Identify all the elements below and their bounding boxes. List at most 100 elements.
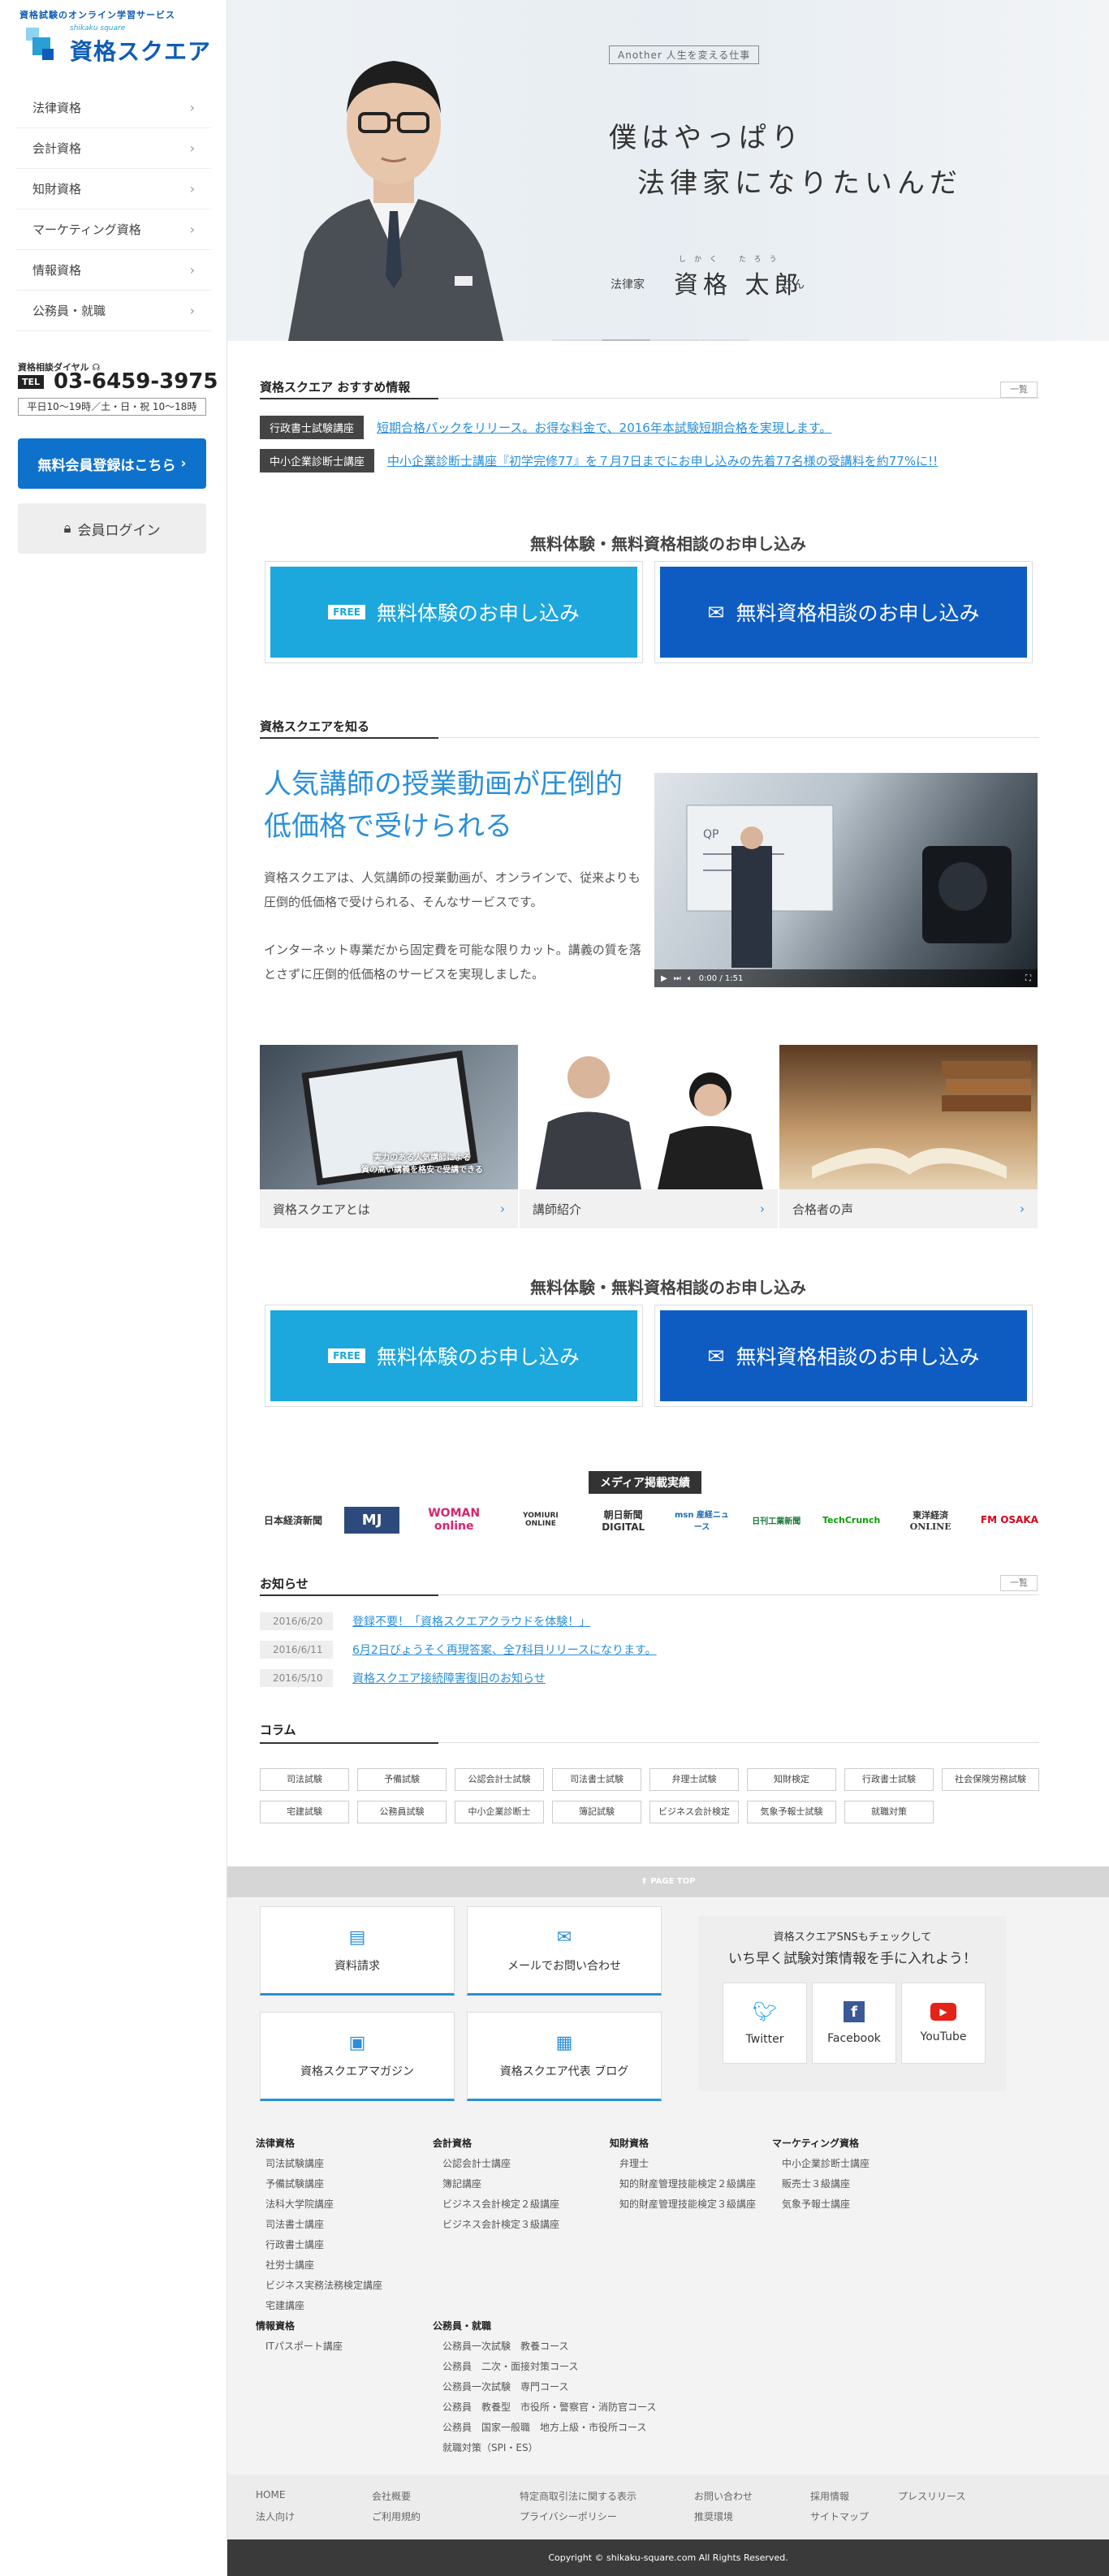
sidebar-item-marketing[interactable]: マーケティング資格 ›: [16, 209, 211, 250]
footer-link[interactable]: 知的財産管理技能検定２級講座: [610, 2174, 756, 2194]
footer-bottom-link[interactable]: 特定商取引法に関する表示: [520, 2489, 636, 2503]
footer-link[interactable]: 公務員 二次・面接対策コース: [433, 2357, 656, 2377]
footer-link[interactable]: 公務員一次試験 専門コース: [433, 2377, 656, 2397]
video-controls[interactable]: ▶ ⏭ 🔈︎ 0:00 / 1:51 ⛶: [654, 969, 1038, 987]
footer-link[interactable]: 司法書士講座: [256, 2215, 382, 2235]
column-tag[interactable]: 司法書士試験: [552, 1768, 641, 1791]
consultation-label: 無料資格相談のお申し込み: [736, 602, 980, 625]
footer-bottom-link[interactable]: 会社概要: [372, 2489, 411, 2503]
next-icon[interactable]: ⏭: [674, 974, 681, 983]
column-tag[interactable]: 気象予報士試験: [747, 1801, 836, 1823]
footer-bottom-link[interactable]: サイトマップ: [810, 2509, 869, 2523]
column-tag[interactable]: ビジネス会計検定: [649, 1801, 739, 1823]
carousel-dot[interactable]: [552, 339, 601, 341]
column-tag[interactable]: 知財検定: [747, 1768, 836, 1791]
footer-link[interactable]: 弁理士: [610, 2154, 756, 2174]
column-tag[interactable]: 簿記試験: [552, 1801, 641, 1823]
email-contact-link[interactable]: ✉ メールでお問い合わせ: [467, 1906, 662, 1996]
carousel-dot-active[interactable]: [602, 339, 650, 341]
magazine-link[interactable]: ▣ 資格スクエアマガジン: [260, 2012, 455, 2101]
footer-link[interactable]: 就職対策（SPI・ES）: [433, 2438, 656, 2458]
page-top-button[interactable]: ⬆ PAGE TOP: [227, 1866, 1109, 1897]
sidebar-item-civil-service[interactable]: 公務員・就職 ›: [16, 291, 211, 331]
login-button[interactable]: 🔒︎ 会員ログイン: [18, 503, 206, 554]
footer-link[interactable]: 販売士３級講座: [772, 2174, 870, 2194]
consultation-button[interactable]: ✉ 無料資格相談のお申し込み: [654, 561, 1033, 663]
free-trial-button[interactable]: FREE 無料体験のお申し込み: [265, 561, 643, 663]
hero-portrait: [288, 61, 503, 341]
notice-link[interactable]: 6月2日びょうそく再現答案、全7科目リリースになります。: [352, 1642, 657, 1658]
footer-link[interactable]: 法科大学院講座: [256, 2194, 382, 2215]
phone-number[interactable]: 03-6459-3975: [54, 369, 218, 394]
column-tag[interactable]: 中小企業診断士: [455, 1801, 544, 1823]
footer-link[interactable]: 中小企業診断士講座: [772, 2154, 870, 2174]
card-about[interactable]: 実力のある人気講師による 質の高い講義を格安で受講できる 資格スクエアとは ›: [260, 1045, 518, 1228]
youtube-button[interactable]: ▶ YouTube: [901, 1983, 986, 2064]
footer-link[interactable]: 知的財産管理技能検定３級講座: [610, 2194, 756, 2215]
volume-icon[interactable]: 🔈︎: [688, 974, 693, 983]
footer-link[interactable]: ビジネス会計検定２級講座: [433, 2194, 559, 2215]
notice-link[interactable]: 資格スクエア接続障害復旧のお知らせ: [352, 1670, 546, 1686]
logo-mark-icon[interactable]: [26, 28, 62, 63]
footer-bottom-link[interactable]: HOME: [256, 2489, 285, 2500]
fullscreen-icon[interactable]: ⛶: [1025, 974, 1031, 983]
footer-link[interactable]: 公務員一次試験 教養コース: [433, 2337, 656, 2357]
column-tag[interactable]: 行政書士試験: [844, 1768, 934, 1791]
ceo-blog-link[interactable]: ▦ 資格スクエア代表 ブログ: [467, 2012, 662, 2101]
consultation-button[interactable]: ✉ 無料資格相談のお申し込み: [654, 1305, 1033, 1407]
footer-bottom-link[interactable]: 法人向け: [256, 2509, 295, 2523]
column-tag[interactable]: 弁理士試験: [649, 1768, 739, 1791]
column-tag[interactable]: 宅建試験: [260, 1801, 349, 1823]
footer-bottom-link[interactable]: 採用情報: [810, 2489, 849, 2503]
column-tag[interactable]: 予備試験: [357, 1768, 447, 1791]
logo[interactable]: 資格スクエア: [70, 34, 211, 67]
hero-badge: Another 人生を変える仕事: [609, 45, 760, 64]
column-tag[interactable]: 司法試験: [260, 1768, 349, 1791]
notices-more-button[interactable]: 一覧: [1000, 1575, 1038, 1591]
card-testimonials[interactable]: 合格者の声 ›: [779, 1045, 1038, 1228]
footer-link[interactable]: 宅建講座: [256, 2296, 382, 2316]
footer-link[interactable]: 気象予報士講座: [772, 2194, 870, 2215]
footer-link[interactable]: 簿記講座: [433, 2174, 559, 2194]
register-button[interactable]: 無料会員登録はこちら ›: [18, 438, 206, 489]
footer-bottom-link[interactable]: お問い合わせ: [694, 2489, 753, 2503]
sidebar-item-ip[interactable]: 知財資格 ›: [16, 169, 211, 209]
footer-link[interactable]: ビジネス実務法務検定講座: [256, 2276, 382, 2296]
hero-banner[interactable]: Another 人生を変える仕事 僕はやっぱり 法律家になりたいんだ しかく た…: [227, 0, 1109, 341]
notice-link[interactable]: 登録不要！「資格スクエアクラウドを体験！」: [352, 1613, 590, 1629]
facebook-button[interactable]: f Facebook: [812, 1983, 896, 2064]
intro-video[interactable]: QP ▶ ⏭ 🔈︎ 0:00 / 1:51 ⛶: [654, 773, 1038, 987]
about-headline-1: 人気講師の授業動画が圧倒的: [264, 768, 623, 800]
footer-link[interactable]: 公務員 教養型 市役所・警察官・消防官コース: [433, 2397, 656, 2418]
carousel-dot[interactable]: [651, 339, 700, 341]
sidebar-item-law[interactable]: 法律資格 ›: [16, 88, 211, 128]
free-trial-button[interactable]: FREE 無料体験のお申し込み: [265, 1305, 643, 1407]
footer-bottom-link[interactable]: プライバシーポリシー: [520, 2509, 617, 2523]
carousel-dot[interactable]: [701, 339, 749, 341]
column-tag[interactable]: 公認会計士試験: [455, 1768, 544, 1791]
sidebar-item-accounting[interactable]: 会計資格 ›: [16, 128, 211, 169]
footer-link[interactable]: ITパスポート講座: [256, 2337, 382, 2357]
recommend-more-button[interactable]: 一覧: [1000, 382, 1038, 398]
footer-bottom-link[interactable]: 推奨環境: [694, 2509, 733, 2523]
column-tag[interactable]: 就職対策: [844, 1801, 934, 1823]
footer-link[interactable]: 予備試験講座: [256, 2174, 382, 2194]
news-link[interactable]: 中小企業診断士講座『初学完修77』を７月7日までにお申し込みの先着77名様の受講…: [387, 452, 938, 469]
footer-bottom-link[interactable]: プレスリリース: [898, 2489, 965, 2503]
play-icon[interactable]: ▶: [661, 974, 667, 983]
footer-link[interactable]: 公務員 国家一般職 地方上級・市役所コース: [433, 2418, 656, 2438]
card-instructors[interactable]: 講師紹介 ›: [520, 1045, 778, 1228]
footer-link[interactable]: ビジネス会計検定３級講座: [433, 2215, 559, 2235]
footer-link[interactable]: 行政書士講座: [256, 2235, 382, 2255]
sidebar-item-it[interactable]: 情報資格 ›: [16, 250, 211, 291]
carousel-indicators: [552, 339, 750, 341]
footer-link[interactable]: 公認会計士講座: [433, 2154, 559, 2174]
request-materials-link[interactable]: ▤ 資料請求: [260, 1906, 455, 1996]
column-tag[interactable]: 社会保険労務試験: [942, 1768, 1039, 1791]
footer-link[interactable]: 社労士講座: [256, 2255, 382, 2276]
footer-link[interactable]: 司法試験講座: [256, 2154, 382, 2174]
column-tag[interactable]: 公務員試験: [357, 1801, 447, 1823]
twitter-button[interactable]: 🐦︎ Twitter: [723, 1983, 807, 2064]
footer-bottom-link[interactable]: ご利用規約: [372, 2509, 421, 2523]
news-link[interactable]: 短期合格パックをリリース。お得な料金で、2016年本試験短期合格を実現します。: [377, 419, 831, 436]
